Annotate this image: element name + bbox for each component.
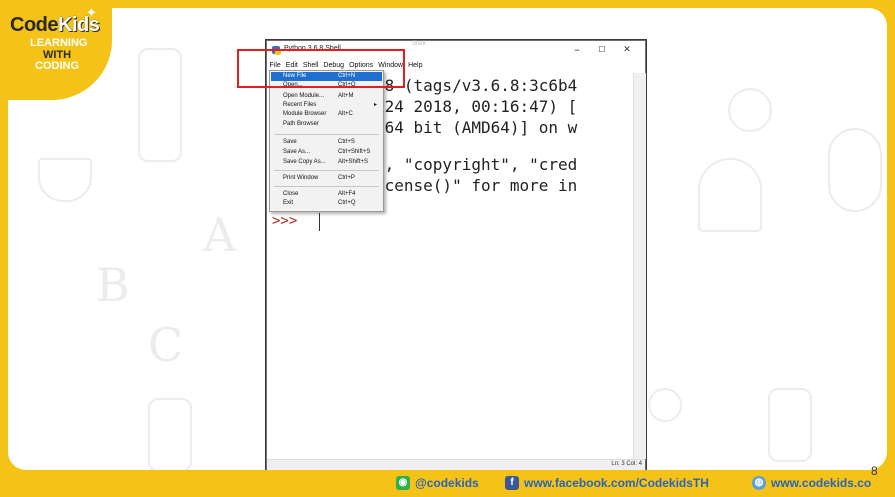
minimize-button[interactable]: – <box>569 44 585 56</box>
highlight-annotation <box>237 49 405 88</box>
menu-item-path-browser[interactable]: Path Browser <box>271 120 382 129</box>
ghost-title: Shell <box>412 41 426 47</box>
menu-separator <box>274 186 379 187</box>
logo-tagline-3: CODING <box>35 60 79 72</box>
logo-code-text: Code <box>10 14 59 36</box>
file-menu-dropdown: New File Ctrl+N Open... Ctrl+O Open Modu… <box>269 70 384 212</box>
star-doodle <box>648 388 682 422</box>
page-number: 8 <box>871 464 878 478</box>
menu-item-module-browser[interactable]: Module Browser Alt+C <box>271 110 382 119</box>
ruler-doodle <box>768 388 812 462</box>
face-doodle <box>828 128 882 212</box>
menu-item-exit[interactable]: Exit Ctrl+Q <box>271 199 382 208</box>
menu-item-save-as[interactable]: Save As... Ctrl+Shift+S <box>271 148 382 157</box>
notebook-doodle <box>698 158 762 232</box>
website-url: www.codekids.co <box>771 476 872 490</box>
vertical-scrollbar[interactable] <box>633 73 646 459</box>
menu-item-print-window[interactable]: Print Window Ctrl+P <box>271 174 382 183</box>
code-line: 64 bit (AMD64)] on w <box>375 118 578 137</box>
line-contact[interactable]: ◉ @codekids <box>396 476 479 490</box>
menu-help[interactable]: Help <box>406 61 425 73</box>
globe-icon: ◍ <box>752 476 766 490</box>
status-bar: Ln: 3 Col: 4 <box>267 459 645 470</box>
cursor-position: Ln: 3 Col: 4 <box>611 461 642 467</box>
menu-item-recent-files[interactable]: Recent Files ▸ <box>271 101 382 110</box>
ruler-doodle <box>138 48 182 162</box>
ruler-doodle <box>148 398 192 470</box>
code-line: ", "copyright", "cred <box>375 155 578 174</box>
menu-item-close[interactable]: Close Alt+F4 <box>271 190 382 199</box>
lightbulb-icon: ✦ <box>86 6 97 21</box>
text-cursor <box>319 213 320 231</box>
website-link[interactable]: ◍ www.codekids.co <box>752 476 871 490</box>
letter-b-doodle: B <box>96 258 130 312</box>
code-line: .8 (tags/v3.6.8:3c6b4 <box>375 76 578 95</box>
logo-tagline-1: LEARNING <box>30 37 88 49</box>
letter-c-doodle: C <box>148 318 184 372</box>
menu-item-save-copy-as[interactable]: Save Copy As... Alt+Shift+S <box>271 158 382 167</box>
menu-item-save[interactable]: Save Ctrl+S <box>271 138 382 147</box>
cup-doodle <box>38 158 92 202</box>
menu-separator <box>274 170 379 171</box>
line-icon: ◉ <box>396 476 410 490</box>
maximize-button[interactable]: ☐ <box>594 44 610 56</box>
submenu-arrow-icon: ▸ <box>374 102 378 108</box>
facebook-link[interactable]: f www.facebook.com/CodekidsTH <box>505 476 709 490</box>
close-button[interactable]: ✕ <box>619 44 635 56</box>
line-handle: @codekids <box>415 476 479 490</box>
facebook-url: www.facebook.com/CodekidsTH <box>524 476 709 490</box>
facebook-icon: f <box>505 476 519 490</box>
shell-prompt: >>> <box>272 213 298 229</box>
code-line: 24 2018, 00:16:47) [ <box>375 97 578 116</box>
atom-doodle <box>728 88 772 132</box>
menu-separator <box>274 134 379 135</box>
menu-item-open-module[interactable]: Open Module... Alt+M <box>271 92 382 101</box>
letter-a-doodle: A <box>203 208 237 262</box>
code-line: icense()" for more in <box>375 176 578 195</box>
